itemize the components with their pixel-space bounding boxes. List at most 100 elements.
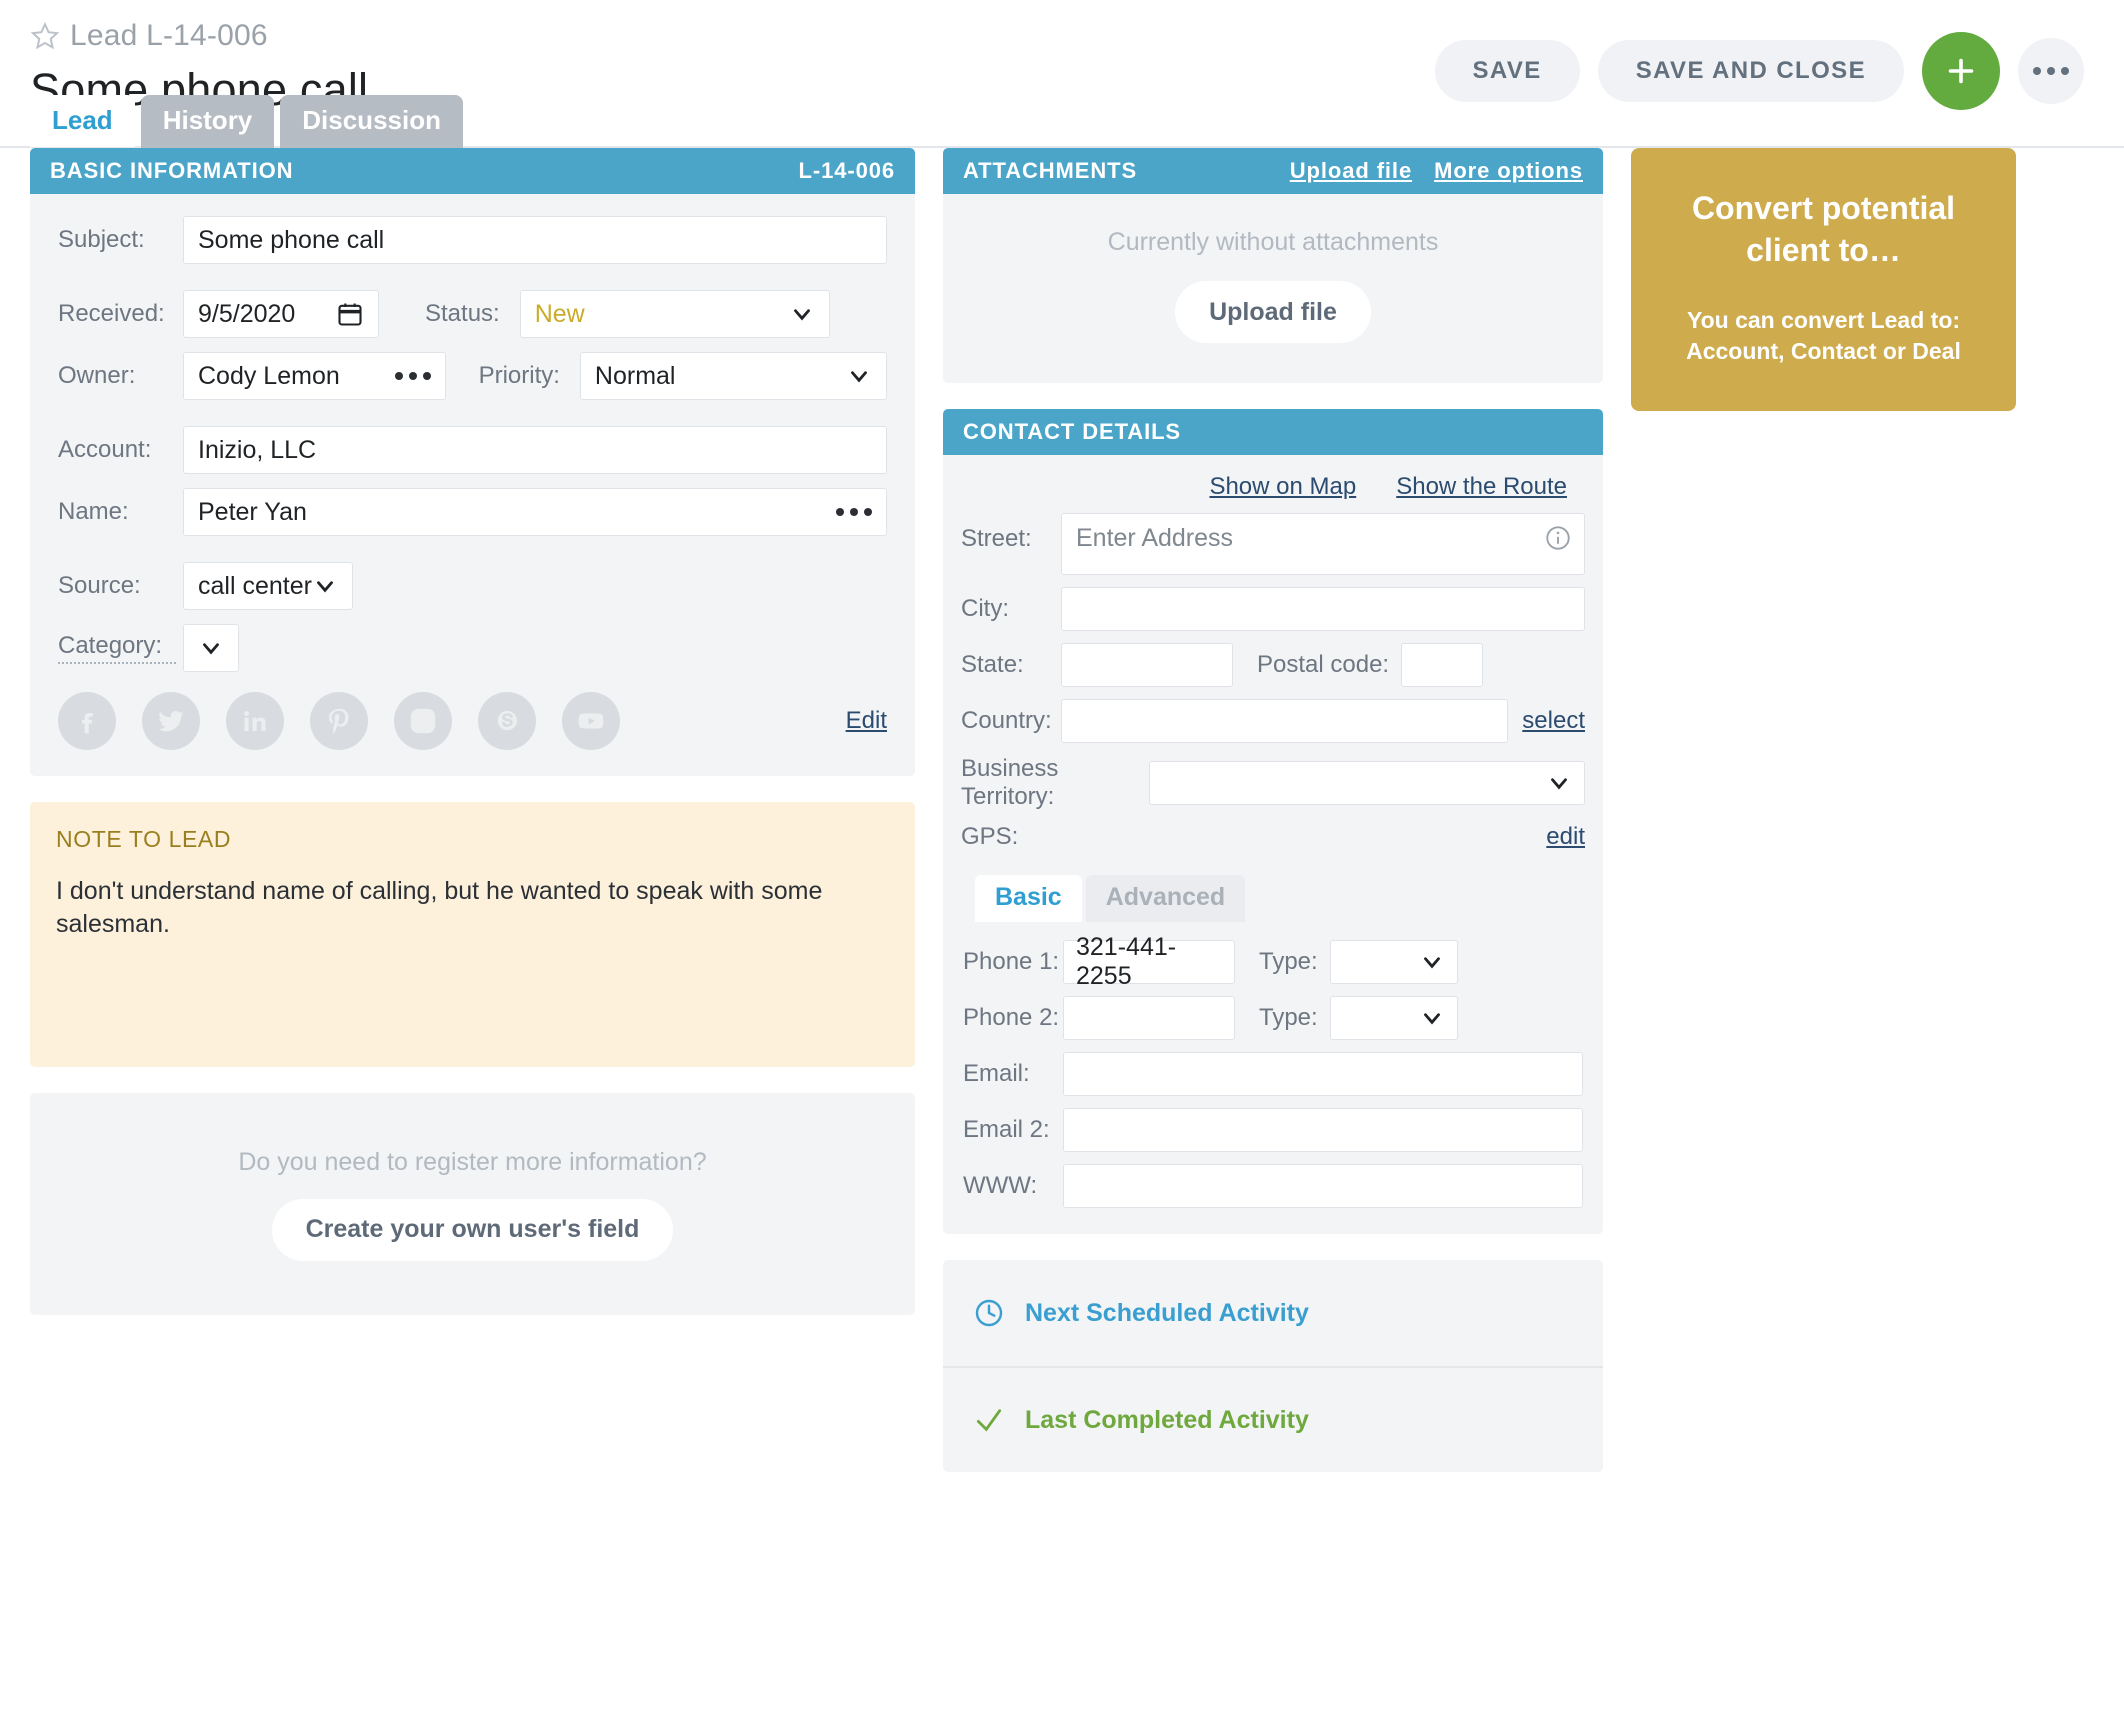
map-links: Show on Map Show the Route bbox=[961, 473, 1585, 501]
phone2-label: Phone 2: bbox=[963, 1004, 1060, 1031]
phone2-input[interactable] bbox=[1063, 996, 1235, 1040]
basic-information-panel: BASIC INFORMATION L-14-006 Subject: Some… bbox=[30, 148, 915, 776]
country-input[interactable] bbox=[1061, 699, 1509, 743]
subject-input[interactable]: Some phone call bbox=[183, 216, 887, 264]
received-status-row: Received: 9/5/2020 Status: New bbox=[58, 290, 887, 338]
owner-input[interactable]: Cody Lemon bbox=[183, 352, 446, 400]
youtube-icon[interactable] bbox=[562, 692, 620, 750]
source-row: Source: call center bbox=[58, 562, 887, 610]
more-actions-button[interactable] bbox=[2018, 38, 2084, 104]
phone1-type-label: Type: bbox=[1259, 948, 1318, 975]
email2-row: Email 2: bbox=[963, 1108, 1583, 1152]
name-lookup-icon[interactable] bbox=[836, 508, 872, 516]
name-input[interactable]: Peter Yan bbox=[183, 488, 887, 536]
note-body[interactable]: I don't understand name of calling, but … bbox=[56, 875, 889, 941]
phone1-input[interactable]: 321-441-2255 bbox=[1063, 933, 1235, 990]
status-select[interactable]: New bbox=[519, 290, 830, 338]
owner-value: Cody Lemon bbox=[198, 361, 340, 390]
phone1-label: Phone 1: bbox=[963, 948, 1060, 975]
gps-edit-link[interactable]: edit bbox=[1546, 823, 1585, 851]
show-on-map-link[interactable]: Show on Map bbox=[1209, 473, 1356, 501]
skype-icon[interactable] bbox=[478, 692, 536, 750]
subject-label: Subject: bbox=[58, 226, 145, 253]
convert-lead-card[interactable]: Convert potential client to… You can con… bbox=[1631, 148, 2016, 412]
postal-code-input[interactable] bbox=[1401, 643, 1484, 687]
city-input[interactable] bbox=[1061, 587, 1585, 631]
check-icon bbox=[973, 1404, 1005, 1436]
account-label: Account: bbox=[58, 436, 152, 463]
activities-panel: Next Scheduled Activity Last Completed A… bbox=[943, 1260, 1603, 1472]
account-input[interactable]: Inizio, LLC bbox=[183, 426, 887, 474]
calendar-icon[interactable] bbox=[336, 300, 364, 328]
name-row: Name: Peter Yan bbox=[58, 488, 887, 536]
plus-icon bbox=[1943, 53, 1979, 89]
owner-lookup-icon[interactable] bbox=[394, 372, 431, 380]
subtab-advanced[interactable]: Advanced bbox=[1085, 875, 1246, 922]
source-value: call center bbox=[198, 571, 312, 600]
next-scheduled-activity-row[interactable]: Next Scheduled Activity bbox=[943, 1260, 1603, 1366]
contact-details-title: CONTACT DETAILS bbox=[963, 419, 1181, 444]
tab-discussion[interactable]: Discussion bbox=[280, 95, 463, 148]
name-value: Peter Yan bbox=[198, 497, 307, 526]
state-input[interactable] bbox=[1061, 643, 1233, 687]
received-label: Received: bbox=[58, 300, 165, 327]
www-input[interactable] bbox=[1063, 1164, 1583, 1208]
state-postal-row: State: Postal code: bbox=[961, 643, 1585, 687]
star-outline-icon[interactable] bbox=[30, 21, 60, 51]
linkedin-icon[interactable] bbox=[226, 692, 284, 750]
facebook-icon[interactable] bbox=[58, 692, 116, 750]
create-user-field-button[interactable]: Create your own user's field bbox=[271, 1198, 674, 1261]
upload-file-link[interactable]: Upload file bbox=[1290, 158, 1412, 184]
phone1-type-select[interactable] bbox=[1329, 940, 1458, 984]
email2-input[interactable] bbox=[1063, 1108, 1583, 1152]
owner-label: Owner: bbox=[58, 362, 136, 389]
category-label: Category: bbox=[58, 632, 176, 664]
chevron-down-icon bbox=[312, 573, 338, 599]
save-and-close-button[interactable]: SAVE AND CLOSE bbox=[1597, 40, 1904, 102]
category-select[interactable] bbox=[183, 624, 239, 672]
save-button[interactable]: SAVE bbox=[1434, 40, 1580, 102]
chevron-down-icon bbox=[1546, 770, 1572, 796]
tab-lead[interactable]: Lead bbox=[30, 95, 135, 148]
phone1-row: Phone 1: 321-441-2255 Type: bbox=[963, 933, 1583, 990]
more-options-link[interactable]: More options bbox=[1434, 158, 1583, 184]
info-icon[interactable] bbox=[1544, 524, 1572, 552]
instagram-icon[interactable] bbox=[394, 692, 452, 750]
upload-file-button[interactable]: Upload file bbox=[1175, 281, 1371, 343]
www-row: WWW: bbox=[963, 1164, 1583, 1208]
contact-details-header: CONTACT DETAILS bbox=[943, 409, 1603, 455]
street-label: Street: bbox=[961, 525, 1032, 552]
country-select-link[interactable]: select bbox=[1522, 707, 1585, 735]
status-value: New bbox=[534, 299, 585, 328]
contact-details-panel: CONTACT DETAILS Show on Map Show the Rou… bbox=[943, 409, 1603, 1234]
priority-select[interactable]: Normal bbox=[579, 352, 887, 400]
add-button[interactable] bbox=[1922, 32, 2000, 110]
priority-label: Priority: bbox=[478, 362, 560, 389]
record-id: L-14-006 bbox=[798, 158, 895, 183]
gps-label: GPS: bbox=[961, 823, 1019, 850]
basic-information-header: BASIC INFORMATION L-14-006 bbox=[30, 148, 915, 194]
city-label: City: bbox=[961, 595, 1009, 622]
convert-card-subtitle: You can convert Lead to: Account, Contac… bbox=[1686, 307, 1961, 365]
email-input[interactable] bbox=[1063, 1052, 1583, 1096]
subtab-basic[interactable]: Basic bbox=[975, 875, 1082, 922]
twitter-icon[interactable] bbox=[142, 692, 200, 750]
next-scheduled-activity-label: Next Scheduled Activity bbox=[1025, 1298, 1309, 1327]
source-select[interactable]: call center bbox=[183, 562, 353, 610]
last-completed-activity-row[interactable]: Last Completed Activity bbox=[943, 1366, 1603, 1472]
phone2-type-select[interactable] bbox=[1329, 996, 1458, 1040]
right-column: Convert potential client to… You can con… bbox=[1631, 148, 2016, 412]
street-input[interactable]: Enter Address bbox=[1061, 513, 1585, 575]
convert-card-title: Convert potential client to… bbox=[1691, 190, 1956, 268]
business-territory-select[interactable] bbox=[1149, 761, 1585, 805]
edit-social-link[interactable]: Edit bbox=[846, 707, 887, 735]
ellipsis-icon bbox=[2033, 67, 2069, 75]
received-date-input[interactable]: 9/5/2020 bbox=[183, 290, 379, 338]
contact-details-body: Show on Map Show the Route Street: Enter… bbox=[943, 455, 1603, 922]
chevron-down-icon bbox=[846, 363, 872, 389]
clock-icon bbox=[973, 1297, 1005, 1329]
show-the-route-link[interactable]: Show the Route bbox=[1396, 473, 1567, 501]
note-title: NOTE TO LEAD bbox=[56, 826, 232, 852]
pinterest-icon[interactable] bbox=[310, 692, 368, 750]
tab-history[interactable]: History bbox=[140, 95, 275, 148]
